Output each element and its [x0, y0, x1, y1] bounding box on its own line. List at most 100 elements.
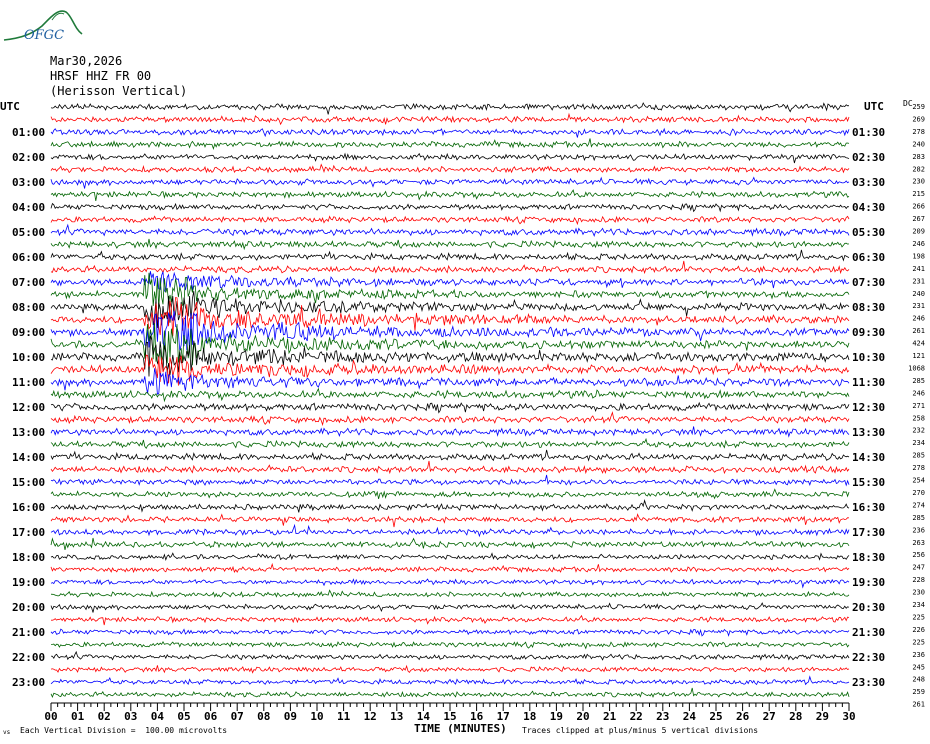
dc-offset-value: 263	[912, 539, 925, 547]
x-tick-label: 27	[763, 710, 776, 723]
dc-offset-value: 230	[912, 178, 925, 186]
dc-offset-value: 278	[912, 464, 925, 472]
left-hour-label: 11:00	[12, 376, 45, 389]
dc-column-header: DC	[903, 99, 913, 108]
right-hour-label: 09:30	[852, 326, 885, 339]
right-hour-label: 08:30	[852, 301, 885, 314]
right-hour-label: 23:30	[852, 676, 885, 689]
trace-line	[50, 401, 850, 414]
footer-left-mark: vs	[3, 729, 11, 736]
dc-offset-value: 259	[912, 688, 925, 696]
dc-offset-value: 248	[912, 676, 925, 684]
x-tick-label: 03	[124, 710, 137, 723]
trace-line	[50, 460, 850, 475]
right-hour-label: 11:30	[852, 376, 885, 389]
dc-offset-value: 266	[912, 203, 925, 211]
x-tick-label: 24	[683, 710, 697, 723]
x-tick-label: 29	[816, 710, 829, 723]
left-hour-label: 20:00	[12, 601, 45, 614]
dc-offset-value: 424	[912, 340, 925, 348]
trace-line	[50, 223, 850, 237]
x-tick-label: 12	[364, 710, 377, 723]
left-hour-label: 18:00	[12, 551, 45, 564]
x-tick-label: 11	[337, 710, 351, 723]
x-tick-label: 13	[390, 710, 403, 723]
trace-line	[50, 552, 850, 561]
dc-offset-value: 246	[912, 315, 925, 323]
left-hour-label: 12:00	[12, 401, 45, 414]
x-tick-label: 06	[204, 710, 218, 723]
left-hour-label: 04:00	[12, 201, 45, 214]
x-tick-label: 01	[71, 710, 85, 723]
dc-offset-value: 225	[912, 638, 925, 646]
right-hour-label: 06:30	[852, 251, 885, 264]
left-hour-label: 07:00	[12, 276, 45, 289]
right-hour-label: 04:30	[852, 201, 885, 214]
x-tick-label: 28	[789, 710, 802, 723]
dc-offset-value: 1068	[908, 364, 925, 372]
trace-line	[50, 650, 850, 661]
trace-line	[50, 562, 850, 574]
trace-line	[50, 664, 850, 674]
trace-line	[50, 628, 850, 637]
left-hour-label: 22:00	[12, 651, 45, 664]
dc-offset-value: 234	[912, 439, 925, 447]
dc-offset-value: 240	[912, 140, 925, 148]
right-hour-label: 17:30	[852, 526, 885, 539]
right-hour-label: 22:30	[852, 651, 885, 664]
dc-offset-value: 240	[912, 290, 925, 298]
trace-line	[50, 523, 850, 538]
scale-note: Each Vertical Division = 100.00 microvol…	[20, 726, 228, 735]
x-tick-label: 26	[736, 710, 750, 723]
trace-line	[50, 102, 850, 115]
dc-offset-value: 226	[912, 626, 925, 634]
helicorder-plot: UTC UTC DC 01:00 02:00 03:00 04:00 05:00 06:00 07…	[0, 99, 925, 723]
left-hour-label: 05:00	[12, 226, 45, 239]
dc-offset-value: 256	[912, 551, 925, 559]
right-hour-label: 01:30	[852, 126, 885, 139]
dc-offset-value: 230	[912, 589, 925, 597]
right-hour-label: 19:30	[852, 576, 885, 589]
x-tick-label: 09	[284, 710, 297, 723]
left-hour-label: 23:00	[12, 676, 45, 689]
trace-line	[50, 127, 850, 138]
dc-offset-value: 231	[912, 277, 925, 285]
right-hour-label: 16:30	[852, 501, 885, 514]
trace-line	[50, 202, 850, 213]
dc-offset-value: 245	[912, 663, 925, 671]
x-tick-label: 04	[151, 710, 165, 723]
left-hour-label: 10:00	[12, 351, 45, 364]
right-hour-label: 03:30	[852, 176, 885, 189]
left-hour-label: 15:00	[12, 476, 45, 489]
dc-offset-value: 274	[912, 501, 925, 509]
dc-offset-value: 270	[912, 489, 925, 497]
left-hour-label: 17:00	[12, 526, 45, 539]
dc-offset-value: 231	[912, 302, 925, 310]
right-hour-label: 12:30	[852, 401, 885, 414]
x-axis-title: TIME (MINUTES)	[414, 722, 507, 735]
x-tick-label: 25	[709, 710, 722, 723]
dc-offset-value: 285	[912, 514, 925, 522]
left-hour-label: 08:00	[12, 301, 45, 314]
dc-offset-value: 285	[912, 452, 925, 460]
x-tick-label: 00	[44, 710, 57, 723]
x-tick-label: 20	[576, 710, 589, 723]
trace-line	[50, 578, 850, 589]
dc-offset-value: 271	[912, 402, 925, 410]
trace-line	[50, 249, 850, 262]
trace-line	[50, 602, 850, 613]
right-hour-label: 05:30	[852, 226, 885, 239]
dc-offset-value: 283	[912, 153, 925, 161]
dc-offset-value: 198	[912, 252, 925, 260]
dc-offset-value: 246	[912, 389, 925, 397]
dc-offset-value: 282	[912, 165, 925, 173]
right-hour-label: 02:30	[852, 151, 885, 164]
trace-line	[50, 537, 850, 550]
right-axis-title: UTC	[864, 100, 884, 113]
right-hour-label: 14:30	[852, 451, 885, 464]
x-tick-label: 23	[656, 710, 669, 723]
x-tick-label: 18	[523, 710, 536, 723]
trace-line	[50, 449, 850, 462]
trace-line	[50, 675, 850, 686]
trace-line	[50, 238, 850, 251]
